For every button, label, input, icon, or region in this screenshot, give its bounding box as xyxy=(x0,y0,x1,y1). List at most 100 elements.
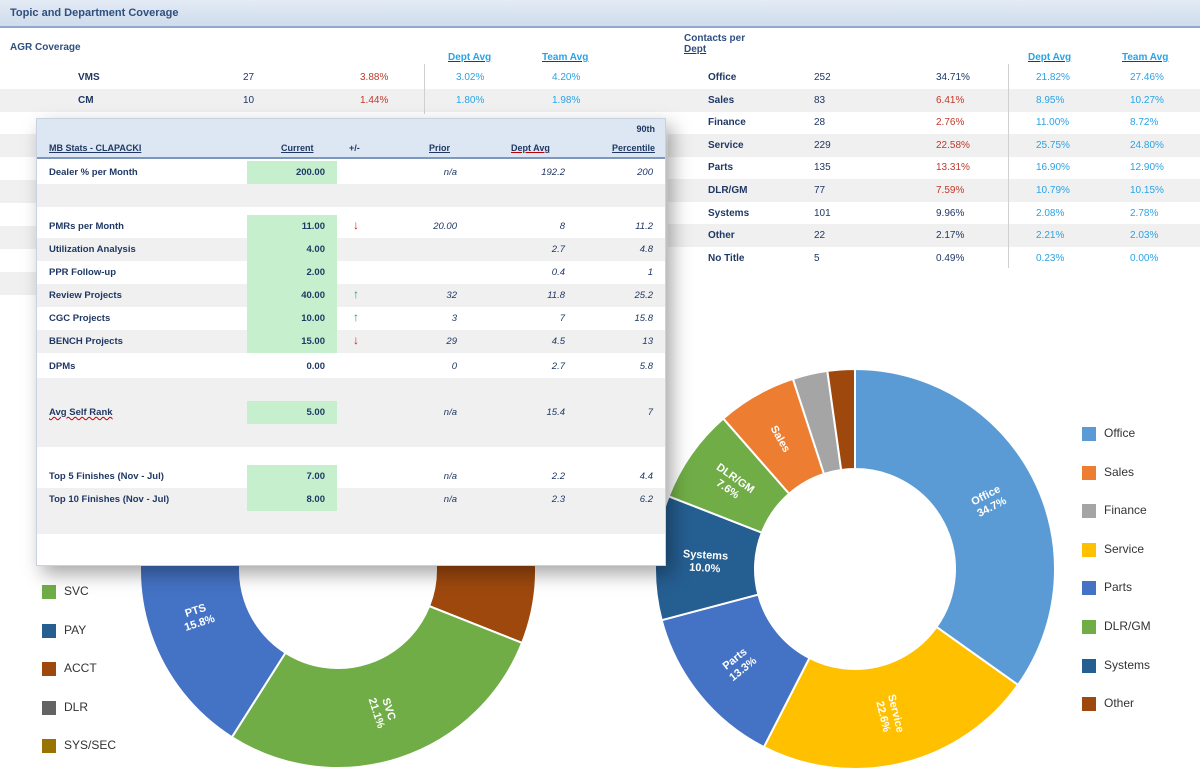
legend-label: Other xyxy=(1104,696,1135,711)
legend-label: Office xyxy=(1104,426,1136,440)
legend-swatch xyxy=(1082,465,1096,480)
legend-swatch xyxy=(1082,542,1096,557)
stat-dept-avg: 7 xyxy=(559,313,565,324)
table-row: PMRs per Month 11.00 ↓ 20.00 8 11.2 xyxy=(37,215,665,238)
stat-label: Top 10 Finishes (Nov - Jul) xyxy=(49,494,170,505)
table-row: Utilization Analysis 4.00 2.7 4.8 xyxy=(37,238,665,261)
stat-percentile: 25.2 xyxy=(634,290,654,301)
stat-dept-avg: 2.7 xyxy=(551,361,565,372)
stat-label: Utilization Analysis xyxy=(49,244,136,255)
table-row-spacer xyxy=(37,424,665,447)
stat-current: 4.00 xyxy=(306,244,326,255)
stat-label: CGC Projects xyxy=(49,313,111,324)
stat-current: 5.00 xyxy=(306,407,326,418)
arrow-up-icon: ↑ xyxy=(353,287,359,301)
legend-swatch xyxy=(1082,697,1096,712)
stat-current: 0.00 xyxy=(306,361,326,372)
legend-label: Parts xyxy=(1104,580,1133,595)
table-row: Top 5 Finishes (Nov - Jul) 7.00 n/a 2.2 4.4 xyxy=(37,465,665,488)
stat-label: Top 5 Finishes (Nov - Jul) xyxy=(49,471,164,482)
stat-label: BENCH Projects xyxy=(49,336,123,347)
stat-current: 2.00 xyxy=(306,267,326,278)
stat-prior: n/a xyxy=(443,167,457,178)
popup-header-row: MB Stats - CLAPACKI Current +/- Prior De… xyxy=(37,119,665,159)
mb-stats-popup[interactable]: MB Stats - CLAPACKI Current +/- Prior De… xyxy=(36,118,666,566)
legend-item-systems[interactable]: Systems xyxy=(1082,658,1192,674)
stat-label: Avg Self Rank xyxy=(49,407,113,418)
stat-dept-avg: 15.4 xyxy=(546,407,566,418)
legend-swatch xyxy=(1082,504,1096,519)
stat-prior: n/a xyxy=(443,471,457,482)
stat-percentile: 15.8 xyxy=(634,313,654,324)
stat-percentile: 6.2 xyxy=(639,494,653,505)
table-row: Dealer % per Month 200.00 n/a 192.2 200 xyxy=(37,161,665,184)
stat-prior: 0 xyxy=(451,361,457,372)
stat-prior: 29 xyxy=(446,336,457,347)
popup-header-dept-avg[interactable]: Dept Avg xyxy=(511,143,550,153)
table-row-spacer xyxy=(37,511,665,534)
table-row: DPMs 0.00 0 2.7 5.8 xyxy=(37,355,665,378)
table-row: Review Projects 40.00 ↑ 32 11.8 25.2 xyxy=(37,284,665,307)
popup-header-percentile-1: 90th xyxy=(636,124,655,134)
stat-dept-avg: 8 xyxy=(559,221,565,232)
table-row-spacer xyxy=(37,184,665,207)
legend-label: DLR/GM xyxy=(1104,619,1151,633)
legend-label: Finance xyxy=(1104,503,1147,518)
stat-current: 40.00 xyxy=(301,290,325,301)
stat-label: PPR Follow-up xyxy=(49,267,117,278)
legend-item-parts[interactable]: Parts xyxy=(1082,580,1192,596)
stat-dept-avg: 11.8 xyxy=(547,290,565,301)
popup-header-current: Current xyxy=(281,143,314,153)
stat-dept-avg: 192.2 xyxy=(541,167,565,178)
stat-label: DPMs xyxy=(49,361,76,372)
popup-header-percentile-2: Percentile xyxy=(611,143,655,153)
stat-current: 200.00 xyxy=(295,167,325,178)
table-row-spacer xyxy=(37,378,665,401)
slice-office[interactable] xyxy=(854,367,1056,687)
stat-percentile: 4.8 xyxy=(639,244,653,255)
stat-current: 10.00 xyxy=(301,313,325,324)
legend-label: Service xyxy=(1104,541,1145,556)
stat-percentile: 13 xyxy=(642,336,653,347)
legend-item-finance[interactable]: Finance xyxy=(1082,503,1192,519)
stat-dept-avg: 0.4 xyxy=(551,267,565,278)
table-row: Top 10 Finishes (Nov - Jul) 8.00 n/a 2.3 6.2 xyxy=(37,488,665,511)
legend-label: Systems xyxy=(1104,657,1151,672)
table-row: CGC Projects 10.00 ↑ 3 7 15.8 xyxy=(37,307,665,330)
stat-current: 7.00 xyxy=(306,471,326,482)
stat-prior: 20.00 xyxy=(433,221,457,232)
stat-percentile: 200 xyxy=(637,167,653,178)
legend-swatch xyxy=(1082,581,1096,596)
popup-header-name: MB Stats - CLAPACKI xyxy=(49,143,142,153)
stat-prior: n/a xyxy=(443,407,457,418)
legend-item-office[interactable]: Office xyxy=(1082,426,1192,442)
legend-swatch xyxy=(1082,658,1096,673)
stat-dept-avg: 2.7 xyxy=(551,244,565,255)
stat-label: PMRs per Month xyxy=(49,221,124,232)
table-row: PPR Follow-up 2.00 0.4 1 xyxy=(37,261,665,284)
legend-item-service[interactable]: Service xyxy=(1082,542,1192,558)
stat-percentile: 7 xyxy=(647,407,653,418)
legend-swatch xyxy=(1082,620,1096,634)
stat-percentile: 1 xyxy=(647,267,653,278)
stat-prior: 32 xyxy=(446,290,457,301)
legend-swatch xyxy=(1082,427,1096,441)
stat-dept-avg: 2.3 xyxy=(551,494,565,505)
popup-header-prior: Prior xyxy=(429,143,451,153)
legend-item-dlr-gm[interactable]: DLR/GM xyxy=(1082,619,1192,635)
legend-item-sales[interactable]: Sales xyxy=(1082,465,1192,481)
stat-label: Dealer % per Month xyxy=(49,167,138,178)
stat-current: 15.00 xyxy=(301,336,325,347)
stat-current: 11.00 xyxy=(301,221,325,232)
popup-header-change: +/- xyxy=(349,143,360,153)
table-row: BENCH Projects 15.00 ↓ 29 4.5 13 xyxy=(37,330,665,353)
table-row: Avg Self Rank 5.00 n/a 15.4 7 xyxy=(37,401,665,424)
arrow-down-icon: ↓ xyxy=(353,333,359,347)
stat-dept-avg: 4.5 xyxy=(551,336,565,347)
stat-percentile: 4.4 xyxy=(639,471,653,482)
stat-current: 8.00 xyxy=(306,494,326,505)
legend-item-other[interactable]: Other xyxy=(1082,696,1192,712)
stat-percentile: 11.2 xyxy=(635,221,653,232)
stat-prior: 3 xyxy=(451,313,457,324)
stat-percentile: 5.8 xyxy=(639,361,653,372)
